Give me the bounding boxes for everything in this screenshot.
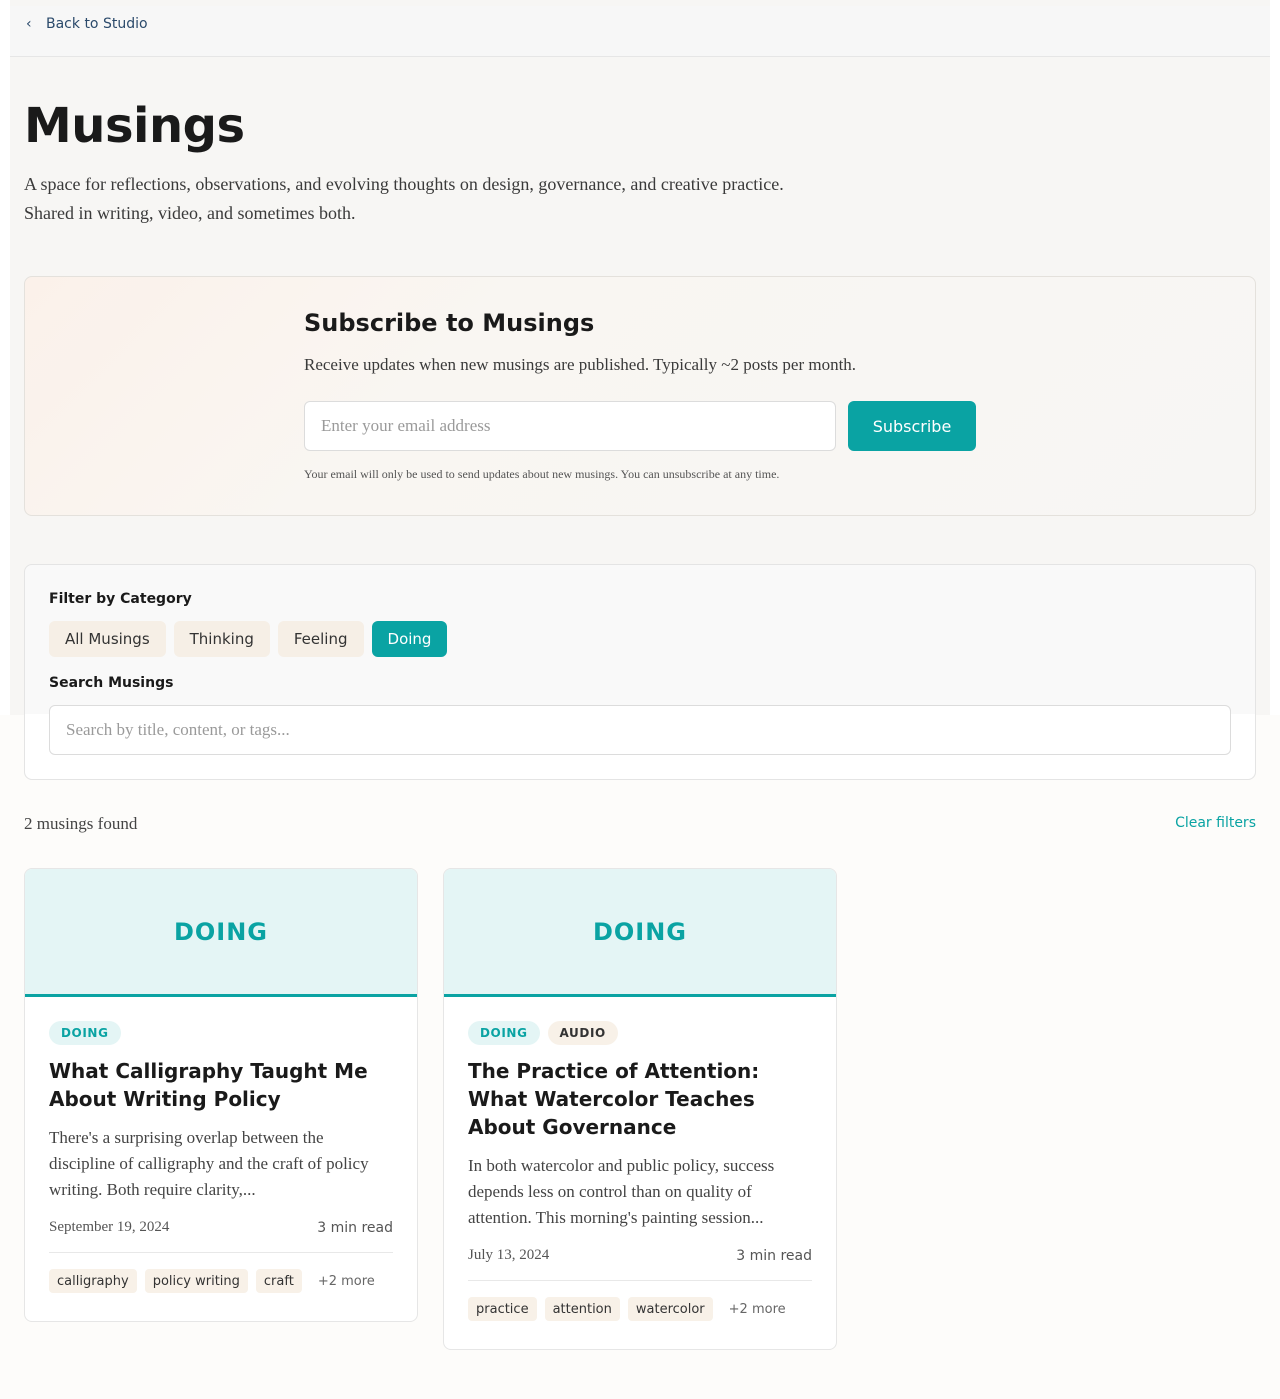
category-badge: DOING (49, 1021, 121, 1045)
top-bar: ‹ Back to Studio (10, 6, 1270, 57)
filter-category-label: Filter by Category (49, 591, 192, 607)
musing-card[interactable]: DOING DOING AUDIO The Practice of Attent… (443, 868, 837, 1350)
search-label: Search Musings (49, 675, 174, 691)
search-input[interactable] (49, 705, 1231, 755)
card-body: DOING AUDIO The Practice of Attention: W… (444, 997, 836, 1349)
subscribe-button[interactable]: Subscribe (848, 401, 976, 451)
email-field[interactable] (304, 401, 836, 451)
chevron-left-icon: ‹ (26, 16, 32, 32)
subscribe-description: Receive updates when new musings are pub… (304, 355, 857, 374)
card-badges: DOING (49, 1021, 393, 1045)
tag[interactable]: practice (468, 1297, 537, 1321)
card-date: September 19, 2024 (49, 1219, 170, 1235)
category-chips: All Musings Thinking Feeling Doing (49, 621, 448, 657)
card-excerpt: In both watercolor and public policy, su… (468, 1156, 775, 1227)
page-title: Musings (24, 98, 245, 154)
chip-thinking[interactable]: Thinking (173, 621, 270, 657)
more-tags: +2 more (317, 1273, 375, 1289)
card-meta: September 19, 2024 3 min read (49, 1219, 393, 1253)
card-badges: DOING AUDIO (468, 1021, 812, 1045)
audio-badge: AUDIO (547, 1021, 618, 1045)
card-date: July 13, 2024 (468, 1247, 550, 1263)
tag[interactable]: calligraphy (49, 1269, 137, 1293)
clear-filters-link[interactable]: Clear filters (1175, 815, 1256, 831)
tag[interactable]: craft (255, 1269, 302, 1293)
card-tags: practice attention watercolor +2 more (468, 1297, 812, 1321)
card-hero: DOING (25, 869, 417, 997)
card-read-time: 3 min read (317, 1219, 393, 1236)
more-tags: +2 more (728, 1301, 786, 1317)
card-title[interactable]: The Practice of Attention: What Watercol… (468, 1057, 812, 1141)
tag[interactable]: watercolor (627, 1297, 713, 1321)
category-badge: DOING (468, 1021, 540, 1045)
results-count: 2 musings found (24, 814, 138, 833)
tag[interactable]: policy writing (144, 1269, 248, 1293)
page-subtitle: A space for reflections, observations, a… (24, 174, 784, 223)
back-link-label: Back to Studio (46, 16, 148, 32)
subscribe-card: Subscribe to Musings Receive updates whe… (24, 276, 1256, 516)
card-title[interactable]: What Calligraphy Taught Me About Writing… (49, 1057, 393, 1113)
card-hero: DOING (444, 869, 836, 997)
card-meta: July 13, 2024 3 min read (468, 1247, 812, 1281)
tag[interactable]: attention (544, 1297, 620, 1321)
chip-feeling[interactable]: Feeling (277, 621, 364, 657)
card-body: DOING What Calligraphy Taught Me About W… (25, 997, 417, 1321)
chip-doing[interactable]: Doing (371, 621, 448, 657)
musing-card[interactable]: DOING DOING What Calligraphy Taught Me A… (24, 868, 418, 1322)
back-to-studio-link[interactable]: ‹ Back to Studio (26, 16, 148, 32)
filter-panel: Filter by Category All Musings Thinking … (24, 564, 1256, 780)
card-read-time: 3 min read (736, 1247, 812, 1264)
subscribe-note: Your email will only be used to send upd… (304, 467, 780, 481)
subscribe-title: Subscribe to Musings (304, 309, 595, 337)
card-tags: calligraphy policy writing craft +2 more (49, 1269, 393, 1293)
card-excerpt: There's a surprising overlap between the… (49, 1128, 369, 1199)
chip-all-musings[interactable]: All Musings (49, 621, 166, 657)
